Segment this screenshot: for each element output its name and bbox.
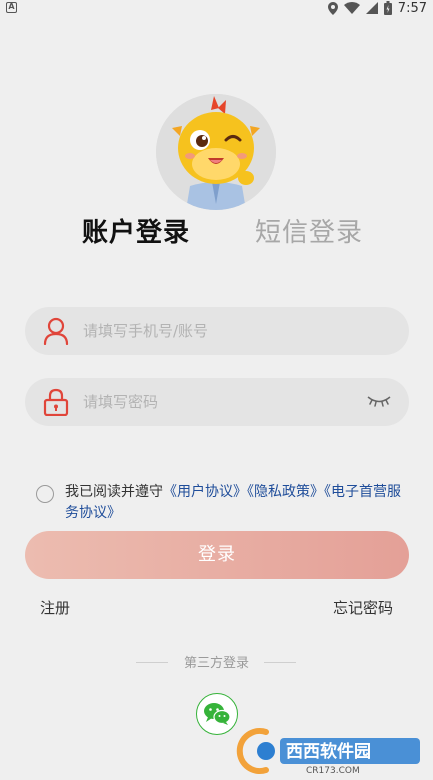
user-icon — [43, 317, 69, 345]
location-icon — [327, 1, 338, 15]
agreement-prefix: 我已阅读并遵守 — [65, 484, 163, 500]
status-bar: A 7:57 — [0, 0, 433, 18]
username-input[interactable] — [83, 307, 363, 355]
svg-text:CR173.COM: CR173.COM — [306, 766, 360, 776]
mascot-avatar[interactable] — [156, 94, 276, 210]
dragon-mascot-icon — [156, 94, 276, 210]
third-party-login-label: 第三方登录 — [183, 656, 249, 671]
svg-text:西西软件园: 西西软件园 — [286, 741, 371, 762]
third-party-login-divider: 第三方登录 — [0, 652, 433, 671]
password-input[interactable] — [83, 378, 363, 426]
eye-closed-icon[interactable] — [367, 394, 391, 408]
agreement-checkbox[interactable] — [36, 485, 54, 503]
tab-sms-login[interactable]: 短信登录 — [255, 212, 363, 249]
divider-line-left — [136, 662, 168, 663]
wifi-icon — [343, 2, 360, 14]
forgot-password-link[interactable]: 忘记密码 — [333, 597, 393, 618]
agreement-text: 我已阅读并遵守《用户协议》《隐私政策》《电子首营服务协议》 — [65, 482, 410, 524]
login-button[interactable]: 登录 — [25, 531, 409, 579]
privacy-policy-link[interactable]: 《隐私政策》 — [247, 484, 324, 500]
signal-icon — [365, 2, 378, 14]
wechat-login-button[interactable] — [196, 693, 238, 735]
battery-icon — [383, 1, 392, 15]
username-field[interactable] — [25, 307, 409, 355]
cr173-logo-icon: 西西软件园 CR173.COM — [236, 728, 420, 776]
wechat-icon — [204, 703, 231, 725]
lock-icon — [43, 388, 69, 416]
user-agreement-link[interactable]: 《用户协议》 — [163, 484, 247, 500]
register-link[interactable]: 注册 — [40, 597, 70, 618]
status-time: 7:57 — [397, 0, 427, 16]
password-field[interactable] — [25, 378, 409, 426]
tab-account-login[interactable]: 账户登录 — [82, 212, 190, 249]
divider-line-right — [264, 662, 296, 663]
site-watermark: 西西软件园 CR173.COM — [236, 726, 426, 776]
notification-icon: A — [6, 2, 17, 13]
